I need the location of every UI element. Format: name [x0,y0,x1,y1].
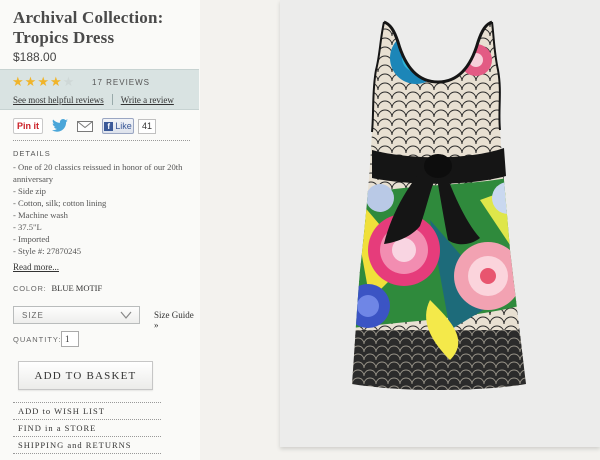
size-placeholder: SIZE [22,310,44,320]
review-count[interactable]: 17 REVIEWS [92,78,150,87]
review-links: See most helpful reviews Write a review [13,94,174,105]
most-helpful-reviews-link[interactable]: See most helpful reviews [13,95,104,105]
color-value: BLUE MOTIF [51,283,103,293]
facebook-like-label: Like [115,121,132,131]
product-title: Archival Collection: Tropics Dress [13,8,164,47]
facebook-like: f Like 41 [102,118,157,134]
details-item: - One of 20 classics reissued in honor o… [13,162,183,184]
quantity-label: QUANTITY: [13,335,62,344]
facebook-like-count: 41 [138,118,157,134]
details-item: - Imported [13,234,50,244]
star-empty-icon: ★ [62,75,75,90]
shipping-returns-link[interactable]: SHIPPING and RETURNS [13,436,161,453]
find-in-store-link[interactable]: FIND in a STORE [13,419,161,436]
star-filled-icon: ★ [37,75,49,90]
color-option: COLOR: BLUE MOTIF [13,283,102,293]
social-share-bar: Pin it f Like 41 [13,115,191,137]
facebook-like-button[interactable]: f Like [102,118,134,134]
details-item: - Cotton, silk; cotton lining [13,198,107,208]
size-dropdown[interactable]: SIZE [13,306,140,324]
divider [13,140,190,141]
add-to-basket-button[interactable]: ADD TO BASKET [18,361,153,390]
star-filled-icon: ★ [24,75,37,90]
details-item: - Machine wash [13,210,68,220]
reviews-summary: ★ ★ ★ ★ ★ 17 REVIEWS See most helpful review… [0,69,199,110]
read-more-link[interactable]: Read more... [13,262,59,272]
star-filled-icon: ★ [49,75,62,90]
write-review-link[interactable]: Write a review [121,95,174,105]
quantity-input[interactable] [61,331,79,347]
divider [13,453,161,454]
link-divider [111,94,113,105]
details-item: - Side zip [13,186,46,196]
details-item: - Style #: 27870245 [13,246,82,256]
details-item: - 37.5"L [13,222,42,232]
star-filled-icon: ★ [12,75,24,90]
product-info-panel: Archival Collection: Tropics Dress $188.… [0,0,200,460]
pin-it-button[interactable]: Pin it [13,118,43,134]
size-guide-link[interactable]: Size Guide » [154,310,200,330]
add-to-wish-list-link[interactable]: ADD to WISH LIST [13,402,161,419]
dress-illustration [352,20,526,390]
twitter-icon[interactable] [52,119,68,133]
product-price: $188.00 [13,50,57,64]
email-icon[interactable] [77,120,93,132]
star-rating[interactable]: ★ ★ ★ ★ ★ [12,76,74,89]
facebook-icon: f [104,121,114,131]
color-label: COLOR: [13,284,47,293]
chevron-down-icon [120,311,132,319]
details-heading: DETAILS [13,149,51,158]
details-list: - One of 20 classics reissued in honor o… [13,161,199,257]
product-image[interactable] [280,0,600,447]
